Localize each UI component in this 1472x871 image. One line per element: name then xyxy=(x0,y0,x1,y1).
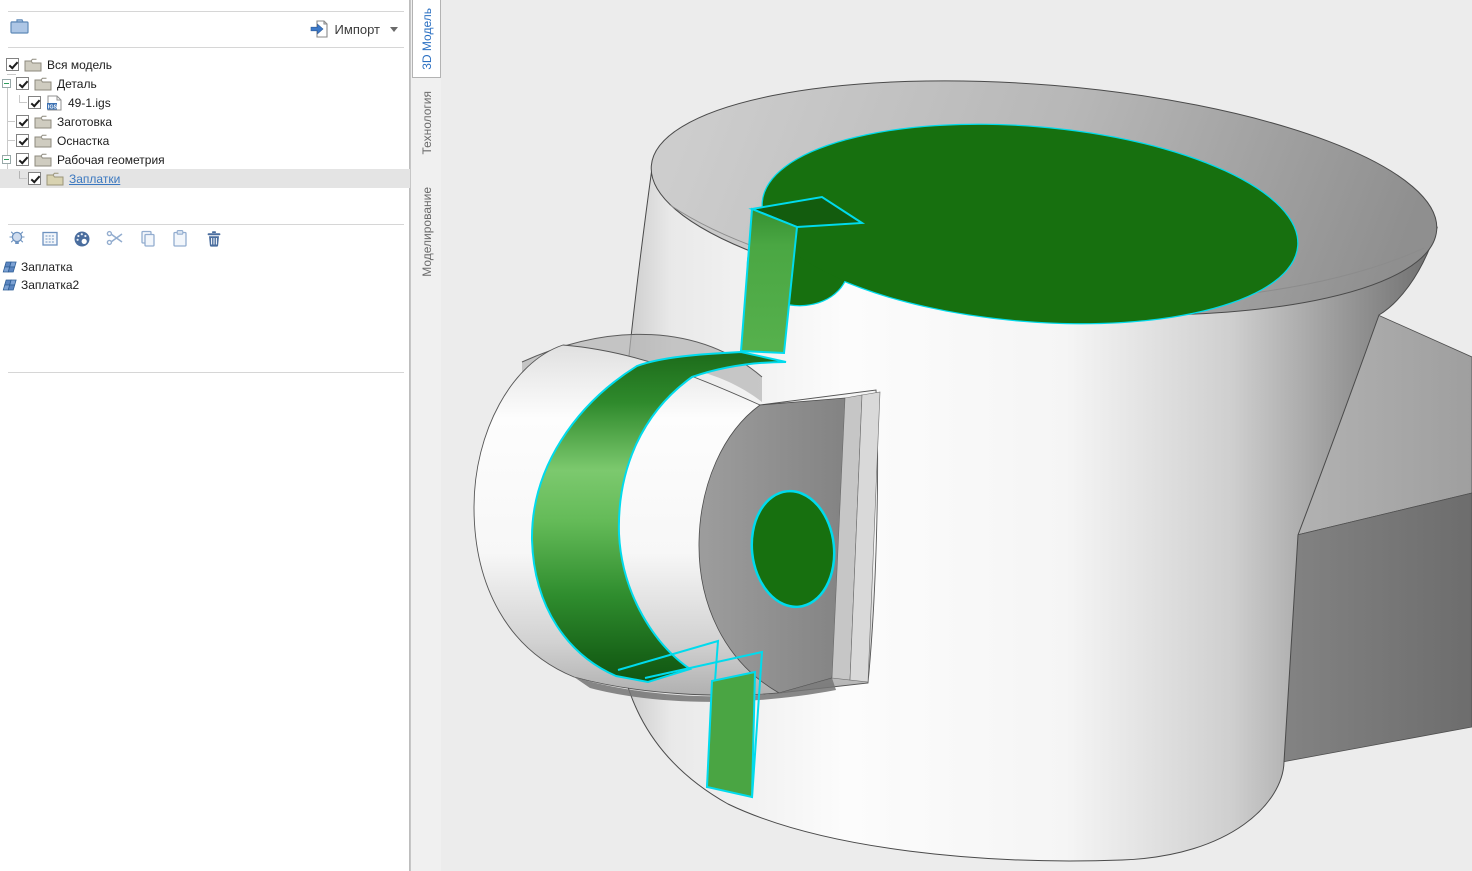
tab-label: Технология xyxy=(420,91,434,155)
chevron-down-icon xyxy=(390,27,398,32)
tree-row-rabochaya-geometriya[interactable]: Рабочая геометрия xyxy=(0,150,410,169)
app-window: Импорт Вся модель xyxy=(0,0,1472,871)
tree-row-osnastka[interactable]: Оснастка xyxy=(0,131,410,150)
tree-row-igs-file[interactable]: IGS 49-1.igs xyxy=(0,93,410,112)
patch-surface-icon xyxy=(2,279,17,292)
folder-icon xyxy=(34,134,52,148)
tree-guide-line xyxy=(7,140,15,141)
patch-item-label: Заплатка2 xyxy=(21,278,79,292)
tree-label-selected[interactable]: Заплатки xyxy=(69,172,120,186)
import-button[interactable]: Импорт xyxy=(306,16,402,42)
properties-icon xyxy=(40,229,60,249)
trash-icon xyxy=(204,229,224,249)
tree-guide-line xyxy=(19,171,27,179)
tab-label: Моделирование xyxy=(420,187,434,277)
visibility-lamp-button[interactable] xyxy=(7,229,27,249)
folder-icon xyxy=(34,153,52,167)
properties-button[interactable] xyxy=(40,229,60,249)
tree-row-zagotovka[interactable]: Заготовка xyxy=(0,112,410,131)
folder-icon xyxy=(34,115,52,129)
folder-icon xyxy=(34,77,52,91)
paste-button[interactable] xyxy=(170,229,190,249)
tree-label: 49-1.igs xyxy=(68,96,111,110)
tree-row-detal[interactable]: Деталь xyxy=(0,74,410,93)
copy-button[interactable] xyxy=(138,229,158,249)
delete-button[interactable] xyxy=(204,229,224,249)
folder-icon xyxy=(9,17,31,35)
folder-icon xyxy=(24,58,42,72)
arm-front-face[interactable] xyxy=(1282,493,1472,762)
tree-guide-line xyxy=(19,95,27,103)
open-folder-button[interactable] xyxy=(9,17,31,37)
folder-icon xyxy=(46,172,64,186)
model-tree: Вся модель Деталь xyxy=(0,52,410,192)
checkbox-checked[interactable] xyxy=(16,153,29,166)
tree-toolbar: Импорт xyxy=(0,12,410,48)
divider xyxy=(8,372,404,373)
collapse-expander-icon[interactable] xyxy=(2,79,11,88)
tab-3d-model[interactable]: 3D Модель xyxy=(412,0,441,78)
scissors-icon xyxy=(105,229,125,249)
import-label: Импорт xyxy=(335,22,380,37)
lower-patch-face[interactable] xyxy=(707,672,755,797)
patch-surface-icon xyxy=(2,261,17,274)
checkbox-checked[interactable] xyxy=(16,115,29,128)
tab-label: 3D Модель xyxy=(420,8,434,70)
divider xyxy=(8,224,404,225)
tree-row-zaplatki[interactable]: Заплатки xyxy=(0,169,410,188)
workspace-tab-strip: 3D Модель Технология Моделирование xyxy=(410,0,441,871)
tree-label: Оснастка xyxy=(57,134,109,148)
checkbox-checked[interactable] xyxy=(16,134,29,147)
palette-icon xyxy=(72,229,92,249)
paste-icon xyxy=(170,229,190,249)
tab-technology[interactable]: Технология xyxy=(412,80,441,166)
tree-guide-line xyxy=(7,121,15,122)
list-item-zaplatka2[interactable]: Заплатка2 xyxy=(2,276,79,294)
palette-button[interactable] xyxy=(72,229,92,249)
tree-row-vsya-model[interactable]: Вся модель xyxy=(0,55,410,74)
patch-item-label: Заплатка xyxy=(21,260,73,274)
cut-button[interactable] xyxy=(105,229,125,249)
svg-text:IGS: IGS xyxy=(48,104,58,110)
import-icon xyxy=(310,19,329,39)
tree-label: Рабочая геометрия xyxy=(57,153,165,167)
lamp-icon xyxy=(7,229,27,249)
model-tree-panel: Импорт Вся модель xyxy=(0,0,410,871)
copy-icon xyxy=(138,229,158,249)
list-item-zaplatka[interactable]: Заплатка xyxy=(2,258,73,276)
checkbox-checked[interactable] xyxy=(16,77,29,90)
tree-label: Заготовка xyxy=(57,115,112,129)
tab-modeling[interactable]: Моделирование xyxy=(412,168,441,296)
tree-label: Деталь xyxy=(57,77,97,91)
checkbox-checked[interactable] xyxy=(28,96,41,109)
collapse-expander-icon[interactable] xyxy=(2,155,11,164)
3d-viewport[interactable] xyxy=(441,0,1472,871)
checkbox-checked[interactable] xyxy=(6,58,19,71)
tree-label: Вся модель xyxy=(47,58,112,72)
patch-toolbar xyxy=(0,228,410,254)
checkbox-checked[interactable] xyxy=(28,172,41,185)
igs-file-icon: IGS xyxy=(46,95,63,111)
